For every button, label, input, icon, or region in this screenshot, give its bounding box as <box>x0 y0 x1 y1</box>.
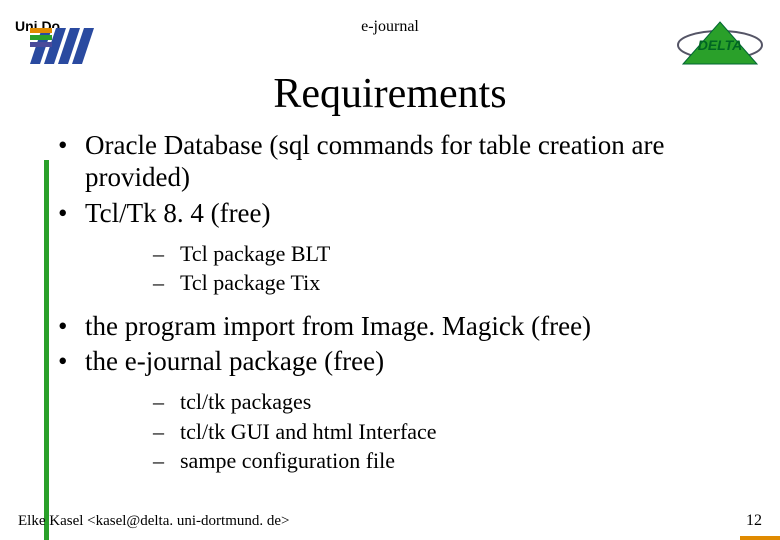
bullet-item: the e-journal package (free) tcl/tk pack… <box>30 346 750 474</box>
sub-bullet-item: tcl/tk packages <box>85 388 750 416</box>
sub-bullet-item: tcl/tk GUI and html Interface <box>85 418 750 446</box>
page-title: Requirements <box>0 70 780 118</box>
bullet-text: the program import from Image. Magick (f… <box>85 311 591 341</box>
footer-author: Elke Kasel <kasel@delta. uni-dortmund. d… <box>18 513 290 530</box>
header: Uni.Do e-journal <box>0 8 780 38</box>
bullet-item: the program import from Image. Magick (f… <box>30 311 750 343</box>
page-number: 12 <box>746 512 762 530</box>
sub-bullet-item: Tcl package Tix <box>85 269 750 297</box>
bullet-item: Tcl/Tk 8. 4 (free) Tcl package BLT Tcl p… <box>30 198 750 297</box>
bullet-item: Oracle Database (sql commands for table … <box>30 130 750 194</box>
bullet-text: Oracle Database (sql commands for table … <box>85 130 664 192</box>
unido-logo <box>30 28 100 64</box>
bullet-text: the e-journal package (free) <box>85 346 384 376</box>
content-area: Oracle Database (sql commands for table … <box>30 130 750 489</box>
sub-bullet-item: sampe configuration file <box>85 447 750 475</box>
accent-bottom <box>740 536 780 540</box>
slide: Uni.Do e-journal DELTA Requirements <box>0 0 780 540</box>
delta-logo: DELTA <box>675 20 765 75</box>
sub-bullet-item: Tcl package BLT <box>85 240 750 268</box>
svg-text:DELTA: DELTA <box>698 37 743 53</box>
bullet-text: Tcl/Tk 8. 4 (free) <box>85 198 271 228</box>
doc-type-label: e-journal <box>361 18 419 36</box>
